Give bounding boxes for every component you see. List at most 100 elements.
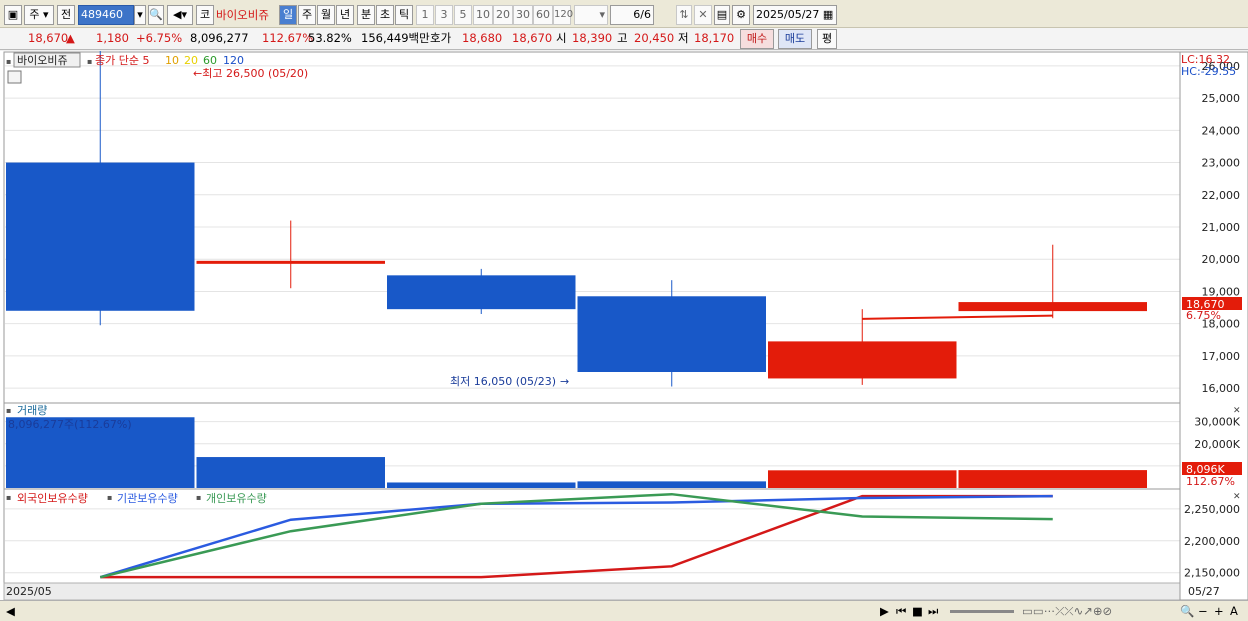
stop-icon[interactable]: ■ — [912, 601, 923, 621]
volume-bar — [958, 470, 1147, 488]
toolbar: ▣ 주 ▾ 전 489460 ▾ 🔍 ◀▾ 코 바이오비쥬 일 주 월 년 분 … — [0, 0, 1248, 28]
period-minute[interactable]: 분 — [357, 5, 375, 25]
interval-120[interactable]: 120 — [553, 5, 573, 25]
turnover-pct: 53.82% — [308, 31, 352, 45]
footer-left-date: 2025/05 — [6, 585, 52, 598]
zoom-slider[interactable] — [950, 610, 1014, 613]
date-strip — [3, 582, 1248, 601]
scroll-left-icon[interactable]: ◀ — [6, 601, 15, 621]
change-percent: +6.75% — [136, 31, 183, 45]
window-menu-icon[interactable]: ▣ — [4, 5, 22, 25]
prev-button[interactable]: 전 — [57, 5, 75, 25]
interval-10[interactable]: 10 — [473, 5, 493, 25]
zoom-in-icon[interactable]: + — [1214, 601, 1224, 621]
volume-title[interactable]: 거래량 — [17, 404, 47, 417]
custom-interval-select[interactable]: ▾ — [574, 5, 608, 25]
period-month[interactable]: 월 — [317, 5, 335, 25]
buy-button[interactable]: 매수 — [740, 29, 774, 49]
holding-tick-label: 2,250,000 — [1184, 503, 1240, 516]
volume-bar — [768, 470, 957, 488]
candle-body — [387, 275, 576, 310]
chart-canvas[interactable]: 16,00017,00018,00019,00020,00021,00022,0… — [0, 49, 1248, 621]
volume-close-icon[interactable]: ✕ — [1233, 406, 1241, 416]
calendar-icon[interactable]: ▦ — [823, 8, 833, 21]
current-price: 18,670 — [28, 31, 69, 45]
volume-info: 8,096,277주(112.67%) — [8, 418, 132, 431]
candle-body — [768, 341, 957, 379]
price-tick-label: 23,000 — [1202, 157, 1241, 170]
candle-body — [196, 260, 385, 264]
interval-3[interactable]: 3 — [435, 5, 453, 25]
bid-value: 18,680 — [462, 31, 503, 45]
auto-icon[interactable]: A — [1230, 601, 1238, 621]
price-tick-label: 22,000 — [1202, 189, 1241, 202]
legend-foreign[interactable]: 외국인보유수량 — [17, 492, 88, 505]
legend-institution[interactable]: 기관보유수량 — [117, 492, 178, 505]
legend-ma5[interactable]: 종가 단순 5 — [95, 54, 149, 67]
bottom-scrollbar[interactable]: ◀ ▶ ⏮ ■ ⏭ ▭▭⋯⤫⤫∿↗⊕⊘ 🔍 − + A — [0, 600, 1248, 621]
period-tick[interactable]: 틱 — [395, 5, 413, 25]
zoom-out-icon[interactable]: − — [1198, 601, 1208, 621]
forward-icon[interactable]: ⏭ — [928, 601, 938, 621]
interval-30[interactable]: 30 — [513, 5, 533, 25]
up-arrow-icon: ▲ — [66, 31, 75, 45]
legend-ma60[interactable]: 60 — [203, 54, 217, 67]
volume-legend-dot-icon: ▪ — [6, 406, 11, 415]
sound-icon[interactable]: ◀▾ — [167, 5, 193, 25]
gear-icon[interactable]: ⚙ — [732, 5, 750, 25]
sell-button[interactable]: 매도 — [778, 29, 812, 49]
legend-dot-icon: ▪ — [6, 57, 11, 66]
hc-label: HC:-29.55 — [1181, 65, 1236, 78]
price-tick-label: 25,000 — [1202, 92, 1241, 105]
high-annotation: ←최고 26,500 (05/20) — [193, 67, 308, 80]
period-year[interactable]: 년 — [336, 5, 354, 25]
legend-ma10[interactable]: 10 — [165, 54, 179, 67]
legend-individual[interactable]: 개인보유수량 — [206, 492, 267, 505]
scroll-right-icon[interactable]: ▶ — [880, 601, 889, 621]
legend-ma20[interactable]: 20 — [184, 54, 198, 67]
holding-close-icon[interactable]: ✕ — [1233, 492, 1241, 502]
compare-icon[interactable]: ⇅ — [676, 5, 692, 25]
price-tick-label: 20,000 — [1202, 253, 1241, 266]
low-label: 저 — [678, 31, 689, 45]
interval-20[interactable]: 20 — [493, 5, 513, 25]
candle-body — [6, 162, 195, 311]
open-label: 시 — [556, 31, 567, 45]
holding-legend-dot-icon: ▪ — [6, 493, 11, 502]
save-icon[interactable]: ▤ — [714, 5, 730, 25]
open2-value: 18,390 — [572, 31, 613, 45]
legend-inst-dot-icon: ▪ — [107, 493, 112, 502]
market-select[interactable]: 주 ▾ — [24, 5, 54, 25]
chart-area[interactable]: 16,000 17,000 18,000 19,000 20,000 21,000 22,0… — [0, 49, 1248, 621]
legend-name[interactable]: 바이오비쥬 — [17, 54, 68, 67]
date-input[interactable]: 2025/05/27 ▦ — [753, 5, 837, 25]
eval-button[interactable]: 평 — [817, 29, 837, 49]
volume-tick-label: 20,000K — [1194, 438, 1240, 451]
low-arrow-icon: → — [560, 375, 569, 388]
volume-tick-label: 30,000K — [1194, 416, 1240, 429]
rewind-icon[interactable]: ⏮ — [896, 601, 906, 621]
grid-toggle-icon[interactable] — [7, 70, 22, 84]
legend-indiv-dot-icon: ▪ — [196, 493, 201, 502]
price-tick-label: 21,000 — [1202, 221, 1241, 234]
period-day[interactable]: 일 — [279, 5, 297, 25]
code-dropdown-icon[interactable]: ▾ — [134, 5, 146, 25]
legend-ma120[interactable]: 120 — [223, 54, 244, 67]
tool-icon[interactable]: ✕ — [694, 5, 712, 25]
code-input[interactable]: 489460 — [78, 5, 134, 25]
search-icon[interactable]: 🔍 — [148, 5, 164, 25]
interval-5[interactable]: 5 — [454, 5, 472, 25]
period-week[interactable]: 주 — [298, 5, 316, 25]
interval-60[interactable]: 60 — [533, 5, 553, 25]
stock-name[interactable]: 바이오비쥬 — [216, 5, 269, 25]
zoom-search-icon[interactable]: 🔍 — [1180, 601, 1194, 621]
volume-bar — [577, 481, 766, 488]
price-tick-label: 17,000 — [1202, 350, 1241, 363]
price-tick-label: 24,000 — [1202, 124, 1241, 137]
market-badge: 코 — [196, 5, 214, 25]
interval-1[interactable]: 1 — [416, 5, 434, 25]
tool-icons[interactable]: ▭▭⋯⤫⤫∿↗⊕⊘ — [1022, 601, 1112, 621]
period-second[interactable]: 초 — [376, 5, 394, 25]
last-pct-tag: 6.75% — [1186, 309, 1221, 322]
trade-value: 156,449백만 — [361, 31, 430, 45]
